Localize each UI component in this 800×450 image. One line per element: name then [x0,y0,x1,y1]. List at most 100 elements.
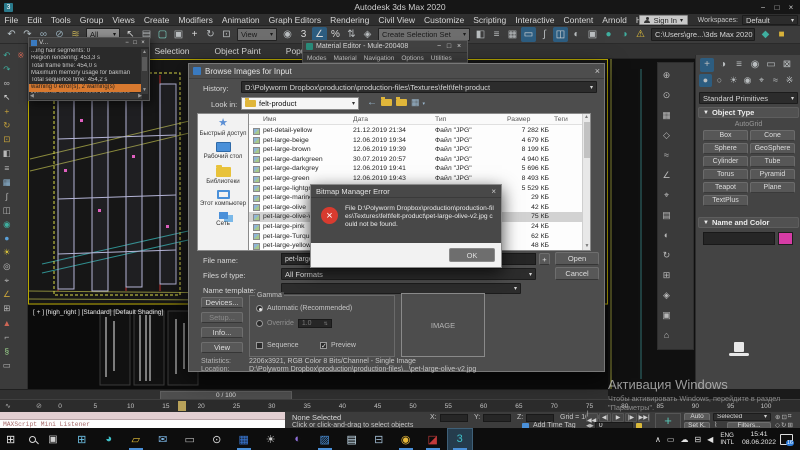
asset-tracking-icon[interactable]: ◆ [758,27,773,42]
column-header-имя[interactable]: Имя [263,116,276,123]
object-color-swatch[interactable] [778,232,793,245]
dialog-title-bar[interactable]: Browse Images for Input × [189,64,604,79]
tray-display-icon[interactable]: ⊟ [694,435,701,444]
left-tool-curves-icon[interactable]: ∫ [0,189,13,203]
play-button[interactable]: ▶ [612,413,624,422]
minimize-button[interactable]: − [123,40,131,46]
helpers-category-icon[interactable]: ⌖ [755,74,768,87]
ribbon-toggle-icon[interactable]: ▭ [521,27,536,42]
z-coordinate-input[interactable] [526,413,554,422]
project-folder-icon[interactable]: ■ [774,27,789,42]
go-to-end-button[interactable]: ▶▶| [638,413,650,422]
warning-icon[interactable]: ⚠ [633,27,648,42]
vp-tool-target-icon[interactable]: ⊙ [658,85,675,105]
view-button[interactable]: View [201,342,243,353]
maximize-button[interactable]: □ [770,3,784,12]
menu-item-create[interactable]: Create [139,15,174,25]
menu-item-modifiers[interactable]: Modifiers [174,15,217,25]
material-editor-menu-navigation[interactable]: Navigation [364,55,395,62]
object-type-rollout[interactable]: ▼ Object Type [698,107,799,118]
left-tool-mirror-icon[interactable]: ◧ [0,147,13,161]
sidebar-item-сеть[interactable]: Сеть [199,212,247,227]
shapes-category-icon[interactable]: ○ [713,74,726,87]
use-pivot-center-icon[interactable]: ◉ [280,27,295,42]
close-button[interactable]: × [784,3,798,12]
primitive-button-pyramid[interactable]: Pyramid [750,169,795,180]
cancel-button[interactable]: Cancel [555,267,599,280]
primitive-button-teapot[interactable]: Teapot [703,182,748,193]
primitive-button-plane[interactable]: Plane [750,182,795,193]
left-tool-layers-icon[interactable]: ▦ [0,175,13,189]
material-editor-title-bar[interactable]: Material Editor - Mule-200408 − □ × [303,41,467,53]
file-row[interactable]: pet-large-brown 12.06.2019 19:39 Файл "JPG… [249,145,590,155]
language-indicator[interactable]: ENG INTL [720,432,734,446]
select-and-rotate-icon[interactable]: ↻ [203,27,218,42]
left-tool-material-icon[interactable]: ◉ [0,217,13,231]
menu-item-tools[interactable]: Tools [46,15,75,25]
primitive-button-box[interactable]: Box [703,130,748,141]
info-button[interactable]: Info... [201,327,243,338]
autogrid-checkbox[interactable]: AutoGrid [696,121,800,128]
back-button[interactable]: ← [367,97,377,108]
project-path-combo[interactable]: C:\Users\gre...\3ds Max 2020 ▾ [651,28,755,41]
photoshop-app-icon[interactable]: ◪ [421,429,445,450]
vray-vscrollbar[interactable]: ▲ ▼ [141,49,148,94]
vp-tool-diamond-icon[interactable]: ◈ [658,285,675,305]
create-tab-icon[interactable]: + [700,58,714,72]
go-to-start-button[interactable]: |◀◀ [586,411,598,424]
history-add-button[interactable]: + [539,253,550,265]
device-app-icon[interactable]: ▭ [178,429,202,450]
left-tool-utility-icon[interactable]: ※ [14,48,27,62]
time-slider[interactable]: 0 / 100 [0,389,608,400]
close-icon[interactable]: × [595,66,600,76]
sign-in-button[interactable]: Sign In ▾ [638,15,688,25]
left-tool-snap-icon[interactable]: ∠ [0,288,13,302]
primitives-dropdown[interactable]: Standard Primitives ▾ [699,92,798,104]
minimize-button[interactable]: − [434,43,444,50]
left-tool-redo-icon[interactable]: ↷ [0,62,13,76]
menu-item-interactive[interactable]: Interactive [511,15,559,25]
ribbon-tab-selection[interactable]: Selection [150,46,194,56]
file-row[interactable]: pet-large-beige 12.06.2019 19:34 Файл "JPG… [249,136,590,146]
vp-tool-wave-icon[interactable]: ≈ [658,145,675,165]
left-tool-camera-icon[interactable]: ◎ [0,260,13,274]
next-frame-button[interactable]: |▶ [625,413,637,422]
primitive-button-geosphere[interactable]: GeoSphere [750,143,795,154]
clock[interactable]: 15:41 08.06.2022 [742,431,776,447]
close-icon[interactable]: × [491,187,496,196]
vp-tool-home-icon[interactable]: ⌂ [658,325,675,345]
display-tab-icon[interactable]: ▭ [764,58,778,72]
auto-key-button[interactable]: Auto [684,413,710,421]
column-header-тип[interactable]: Тип [435,116,446,123]
snip-app-icon[interactable]: ◐ [286,429,310,450]
left-tool-shape-icon[interactable]: ▲ [0,316,13,330]
left-tool-scale-icon[interactable]: ⊡ [0,133,13,147]
left-tool-display-icon[interactable]: ▭ [0,358,13,372]
left-tool-link-icon[interactable]: ∞ [0,76,13,90]
sidebar-item-библиотеки[interactable]: Библиотеки [199,165,247,185]
look-in-combo[interactable]: felt-product ▾ [241,97,359,110]
vray-title-bar[interactable]: V... − □ × [29,38,149,48]
close-icon[interactable]: × [454,43,464,50]
primitive-button-textplus[interactable]: TextPlus [703,195,748,206]
tray-chevron-icon[interactable]: ∧ [655,435,661,444]
notes-app-icon[interactable]: ▤ [340,429,364,450]
layer-manager-icon[interactable]: ▦ [505,27,520,42]
material-editor-menu-utilities[interactable]: Utilities [431,55,452,62]
reference-coordinate-combo[interactable]: View ▾ [237,28,277,41]
new-folder-button[interactable] [396,97,407,106]
menu-item-rendering[interactable]: Rendering [326,15,374,25]
render-iterative-icon[interactable]: ◑ [617,27,632,42]
setup-button[interactable]: Setup... [201,312,243,323]
vp-tool-maximize-icon[interactable]: ⊞ [658,265,675,285]
minimize-button[interactable]: − [756,3,770,12]
error-title-bar[interactable]: Bitmap Manager Error × [311,185,501,198]
ribbon-tab-object-paint[interactable]: Object Paint [210,46,265,56]
rectangular-selection-region-icon[interactable]: ▢ [155,27,170,42]
maximize-button[interactable]: □ [444,43,454,50]
cameras-category-icon[interactable]: ◉ [741,74,754,87]
photoshop-express-app-icon[interactable]: ▦ [232,429,256,450]
lights-category-icon[interactable]: ☀ [727,74,740,87]
geometry-category-icon[interactable]: ● [699,74,712,87]
file-row[interactable]: pet-large-darkgreen 30.07.2019 20:57 Файл … [249,155,590,165]
